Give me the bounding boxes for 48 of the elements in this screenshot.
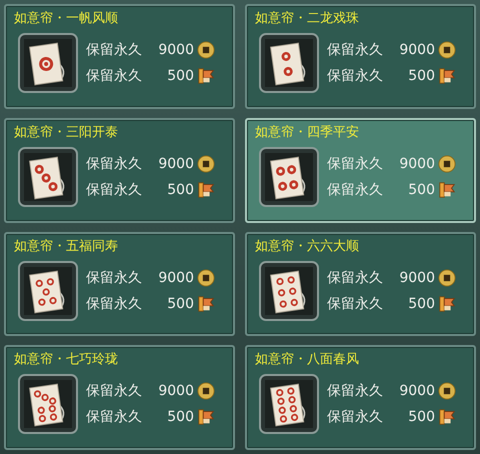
price-amount: 9000 [157,270,194,286]
price-amount: 500 [407,409,435,426]
duration-label: 保留永久 [327,180,384,199]
price-amount: 500 [407,296,435,312]
duration-label: 保留永久 [327,41,384,59]
duration-label: 保留永久 [86,154,143,173]
price-amount: 9000 [398,156,435,172]
price-amount: 500 [407,68,435,84]
item-card[interactable]: 如意帘・六六大顺 保留永久 9000 保留永久 500 [245,232,476,336]
duration-label: 保留永久 [86,408,143,426]
item-card[interactable]: 如意帘・三阳开泰 保留永久 9000 保留永久 500 [4,118,235,222]
item-card[interactable]: 如意帘・八面春风 保留永久 9000 保留永久 500 [245,345,476,450]
duration-label: 保留永久 [86,268,143,286]
item-card[interactable]: 如意帘・四季平安 保留永久 9000 保留永久 500 [245,118,476,222]
item-title: 如意帘・七巧玲珑 [14,351,119,368]
duration-label: 保留永久 [327,268,384,286]
item-title: 如意帘・五福同寿 [14,238,119,254]
duration-label: 保留永久 [86,294,143,312]
item-card[interactable]: 如意帘・七巧玲珑 保留永久 9000 保留永久 500 [4,345,235,450]
duration-label: 保留永久 [86,180,143,199]
item-title: 如意帘・三阳开泰 [14,124,119,141]
duration-label: 保留永久 [86,67,143,85]
item-title: 如意帘・六六大顺 [255,238,360,254]
duration-label: 保留永久 [86,41,143,59]
duration-label: 保留永久 [327,67,384,85]
item-card[interactable]: 如意帘・一帆风顺 保留永久 9000 保留永久 500 [4,4,235,109]
price-amount: 9000 [398,270,435,286]
item-card[interactable]: 如意帘・五福同寿 保留永久 9000 保留永久 500 [4,232,235,336]
item-title: 如意帘・八面春风 [255,351,360,368]
price-amount: 500 [407,182,435,198]
price-amount: 9000 [398,383,435,400]
price-amount: 500 [166,68,194,84]
price-amount: 9000 [157,383,194,400]
price-amount: 9000 [157,42,194,58]
duration-label: 保留永久 [327,408,384,426]
duration-label: 保留永久 [327,294,384,312]
duration-label: 保留永久 [327,154,384,173]
item-title: 如意帘・一帆风顺 [14,10,119,27]
price-amount: 9000 [398,42,435,58]
price-amount: 500 [166,296,194,312]
price-amount: 500 [166,409,194,426]
price-amount: 500 [166,182,194,198]
item-title: 如意帘・二龙戏珠 [255,10,360,27]
price-amount: 9000 [157,156,194,172]
item-title: 如意帘・四季平安 [255,124,360,141]
duration-label: 保留永久 [327,382,384,400]
item-card[interactable]: 如意帘・二龙戏珠 保留永久 9000 保留永久 500 [245,4,476,109]
duration-label: 保留永久 [86,382,143,400]
